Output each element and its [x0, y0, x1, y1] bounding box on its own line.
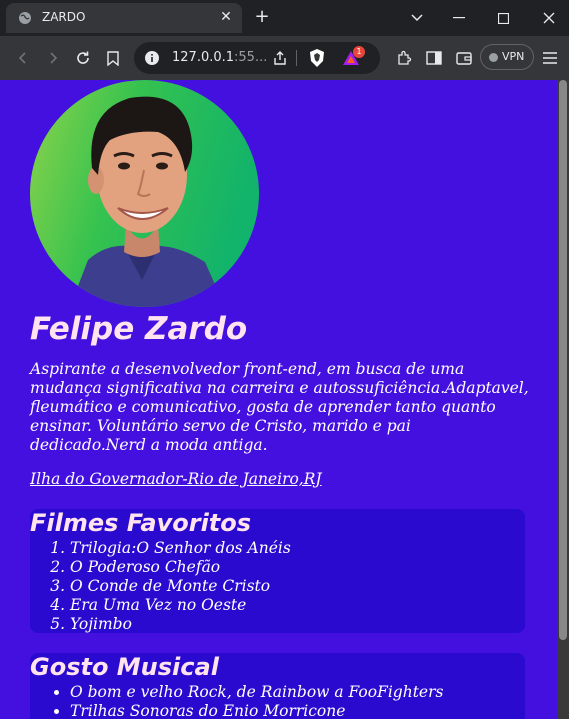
music-taste-card: Gosto Musical O bom e velho Rock, de Rai…: [30, 653, 525, 719]
profile-bio: Aspirante a desenvolvedor front-end, em …: [30, 360, 529, 454]
favorite-movies-card: Filmes Favoritos Trilogia:O Senhor dos A…: [30, 509, 525, 633]
list-item: Trilhas Sonoras do Enio Morricone: [70, 702, 443, 719]
scrollbar-thumb[interactable]: [559, 80, 567, 640]
omnibox-divider: [296, 50, 297, 66]
favorite-movies-list: Trilogia:O Senhor dos Anéis O Poderoso C…: [70, 539, 291, 634]
music-taste-list: O bom e velho Rock, de Rainbow a FooFigh…: [70, 683, 443, 719]
globe-icon: [19, 12, 31, 24]
back-icon[interactable]: [12, 47, 34, 69]
close-tab-icon[interactable]: ✕: [218, 9, 234, 25]
profile-photo: [30, 80, 259, 307]
browser-toolbar: 127.0.0.1:55... VPN: [0, 36, 569, 80]
vpn-status-dot: [489, 53, 498, 62]
site-info-icon[interactable]: [144, 50, 160, 66]
rewards-badge: 1: [353, 46, 365, 58]
wallet-icon[interactable]: [453, 47, 475, 69]
page-viewport: Felipe Zardo Aspirante a desenvolvedor f…: [0, 80, 557, 719]
list-item: O Conde de Monte Cristo: [70, 577, 291, 596]
url-port: :55...: [234, 50, 268, 65]
close-window-icon[interactable]: [536, 6, 562, 30]
list-item: Yojimbo: [70, 615, 291, 634]
reload-icon[interactable]: [72, 47, 94, 69]
list-item: Trilogia:O Senhor dos Anéis: [70, 539, 291, 558]
location-link[interactable]: Ilha do Governador-Rio de Janeiro,RJ: [30, 470, 322, 488]
brave-shield-icon[interactable]: [308, 48, 326, 68]
list-item: Era Uma Vez no Oeste: [70, 596, 291, 615]
vpn-label: VPN: [502, 50, 525, 63]
extensions-icon[interactable]: [393, 47, 415, 69]
bookmark-icon[interactable]: [102, 47, 124, 69]
minimize-icon[interactable]: [446, 6, 472, 30]
favorite-movies-heading: Filmes Favoritos: [30, 509, 252, 537]
vpn-button[interactable]: VPN: [480, 44, 534, 70]
url-host: 127.0.0.1: [172, 50, 235, 65]
browser-tab[interactable]: ZARDO ✕: [6, 3, 242, 33]
browser-titlebar: ZARDO ✕ +: [0, 0, 569, 36]
menu-icon[interactable]: [539, 47, 561, 69]
new-tab-icon[interactable]: +: [252, 7, 272, 27]
chevron-down-icon[interactable]: [404, 6, 430, 30]
maximize-icon[interactable]: [490, 6, 516, 30]
url-text[interactable]: 127.0.0.1:55...: [172, 50, 267, 65]
sidebar-icon[interactable]: [423, 47, 445, 69]
music-taste-heading: Gosto Musical: [30, 653, 219, 681]
list-item: O Poderoso Chefão: [70, 558, 291, 577]
forward-icon[interactable]: [42, 47, 64, 69]
profile-name: Felipe Zardo: [30, 311, 248, 347]
tab-title: ZARDO: [42, 10, 86, 24]
list-item: O bom e velho Rock, de Rainbow a FooFigh…: [70, 683, 443, 702]
share-icon[interactable]: [272, 50, 288, 66]
